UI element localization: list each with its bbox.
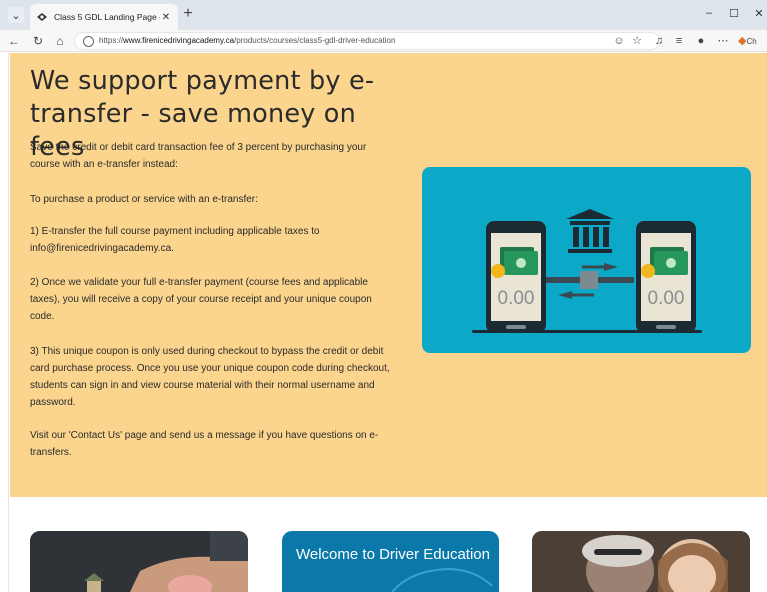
tab-title: Class 5 GDL Landing Page - Fire N — [54, 12, 160, 22]
maximize-icon[interactable]: ☐ — [727, 7, 741, 20]
url-text: https://www.firenicedrivingacademy.ca/pr… — [99, 36, 396, 45]
course-card-savings[interactable] — [30, 531, 248, 592]
hero-paragraph-step2: 2) Once we validate your full e-transfer… — [30, 277, 372, 322]
minimize-icon[interactable]: – — [702, 7, 716, 19]
hero-paragraph-intro: Save the credit or debit card transactio… — [30, 142, 367, 170]
tab-close-icon[interactable]: ✕ — [160, 12, 172, 23]
site-info-icon[interactable] — [83, 36, 94, 47]
site-favicon-icon — [36, 11, 48, 23]
payment-hero-section: We support payment by e-transfer - save … — [10, 53, 767, 497]
reader-icon[interactable]: ☺ — [612, 34, 626, 48]
left-gutter — [0, 53, 9, 592]
home-icon[interactable]: ⌂ — [52, 33, 68, 49]
url-field[interactable]: https://www.firenicedrivingacademy.ca/pr… — [74, 32, 660, 50]
course-cards-section: Welcome to Driver Education — [10, 497, 767, 592]
bank-icon — [566, 209, 614, 253]
new-tab-icon[interactable]: + — [180, 6, 196, 22]
close-window-icon[interactable]: ✕ — [752, 7, 766, 20]
favorites-list-icon[interactable]: ≡ — [672, 34, 686, 48]
browser-tab[interactable]: Class 5 GDL Landing Page - Fire N ✕ — [30, 4, 178, 30]
extensions-icon[interactable]: ♫ — [652, 34, 666, 48]
copilot-button[interactable]: ◆Ch — [738, 34, 766, 48]
hero-paragraph-howto: To purchase a product or service with an… — [30, 194, 258, 205]
hero-paragraph-contact: Visit our 'Contact Us' page and send us … — [30, 430, 379, 458]
card-welcome-title: Welcome to Driver Education — [296, 546, 490, 563]
hero-paragraph-step1: 1) E-transfer the full course payment in… — [30, 226, 320, 254]
right-phone-icon — [636, 221, 696, 333]
course-card-instructor[interactable] — [532, 531, 750, 592]
address-toolbar: ← ↻ ⌂ https://www.firenicedrivingacademy… — [0, 30, 767, 52]
more-menu-icon[interactable]: ⋯ — [716, 34, 730, 48]
profile-avatar-icon[interactable]: ● — [694, 34, 708, 48]
course-card-welcome[interactable]: Welcome to Driver Education — [282, 531, 499, 592]
e-transfer-illustration: 0.00 0.00 — [422, 167, 751, 353]
browser-tab-bar: ⌄ Class 5 GDL Landing Page - Fire N ✕ + … — [0, 0, 767, 30]
tab-actions-chevron-icon[interactable]: ⌄ — [8, 7, 24, 23]
refresh-icon[interactable]: ↻ — [30, 33, 46, 49]
page-content: We support payment by e-transfer - save … — [0, 53, 767, 592]
favorite-star-icon[interactable]: ☆ — [630, 34, 644, 48]
left-phone-icon — [486, 221, 546, 333]
back-icon[interactable]: ← — [6, 33, 22, 49]
hero-paragraph-step3: 3) This unique coupon is only used durin… — [30, 346, 390, 408]
right-phone-amount: 0.00 — [648, 288, 685, 309]
left-phone-amount: 0.00 — [498, 288, 535, 309]
